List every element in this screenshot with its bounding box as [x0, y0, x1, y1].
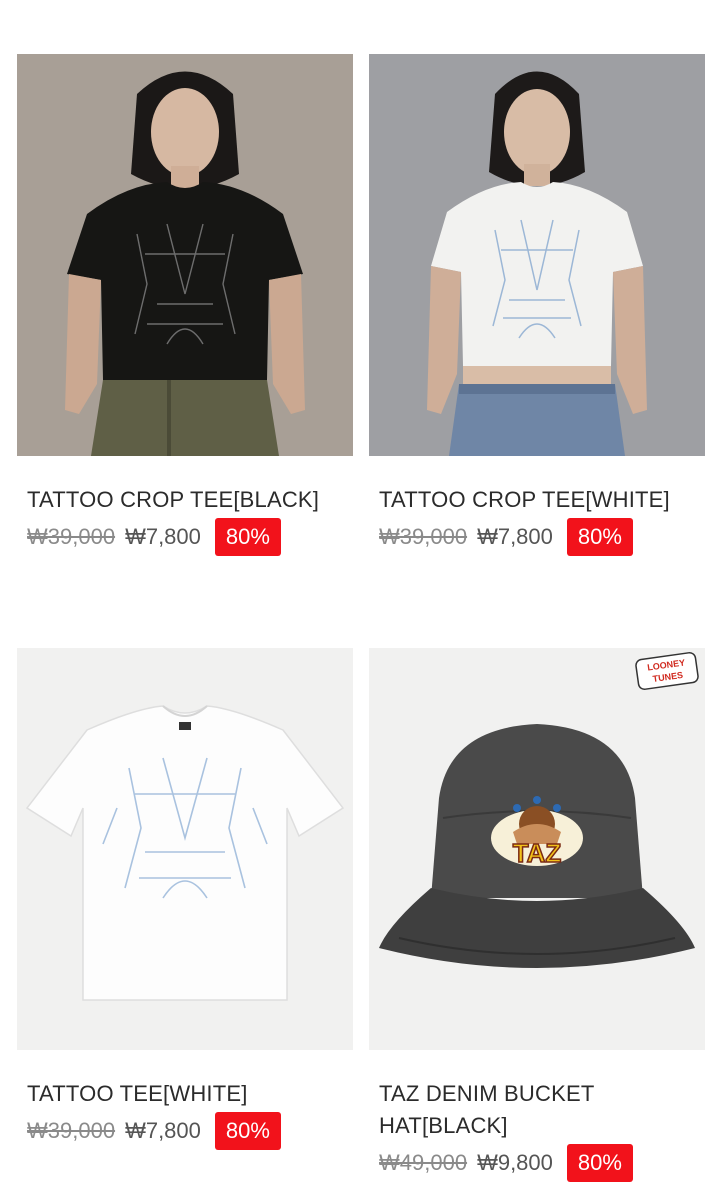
original-price: ₩39,000 — [27, 1118, 116, 1143]
price-row: ₩39,000 ₩7,800 80% — [17, 518, 353, 556]
product-image[interactable] — [369, 54, 705, 456]
discount-badge: 80% — [214, 518, 281, 556]
product-name[interactable]: TATTOO TEE[WHITE] — [17, 1078, 353, 1110]
price-row: ₩49,000 ₩9,800 80% — [369, 1144, 705, 1182]
product-image[interactable]: LOONEY TUNES TAZ — [369, 648, 705, 1050]
original-price: ₩39,000 — [379, 524, 468, 549]
sale-price: ₩7,800 — [125, 524, 201, 549]
product-card[interactable]: TATTOO CROP TEE[WHITE] ₩39,000 ₩7,800 80… — [369, 54, 705, 556]
product-card[interactable]: LOONEY TUNES TAZ TAZ DENIM BUCKET HAT[BL… — [369, 648, 705, 1182]
discount-badge: 80% — [566, 518, 633, 556]
discount-badge: 80% — [214, 1112, 281, 1150]
original-price: ₩39,000 — [27, 524, 116, 549]
discount-badge: 80% — [566, 1144, 633, 1182]
product-name[interactable]: TATTOO CROP TEE[BLACK] — [17, 484, 353, 516]
price-row: ₩39,000 ₩7,800 80% — [369, 518, 705, 556]
taz-patch-text: TAZ — [513, 838, 562, 868]
product-name[interactable]: TAZ DENIM BUCKET HAT[BLACK] — [369, 1078, 679, 1142]
product-name[interactable]: TATTOO CROP TEE[WHITE] — [369, 484, 705, 516]
sale-price: ₩9,800 — [477, 1150, 553, 1175]
product-card[interactable]: TATTOO TEE[WHITE] ₩39,000 ₩7,800 80% — [17, 648, 353, 1150]
product-image[interactable] — [17, 54, 353, 456]
original-price: ₩49,000 — [379, 1150, 468, 1175]
price-row: ₩39,000 ₩7,800 80% — [17, 1112, 353, 1150]
sale-price: ₩7,800 — [477, 524, 553, 549]
sale-price: ₩7,800 — [125, 1118, 201, 1143]
product-card[interactable]: TATTOO CROP TEE[BLACK] ₩39,000 ₩7,800 80… — [17, 54, 353, 556]
product-image[interactable] — [17, 648, 353, 1050]
